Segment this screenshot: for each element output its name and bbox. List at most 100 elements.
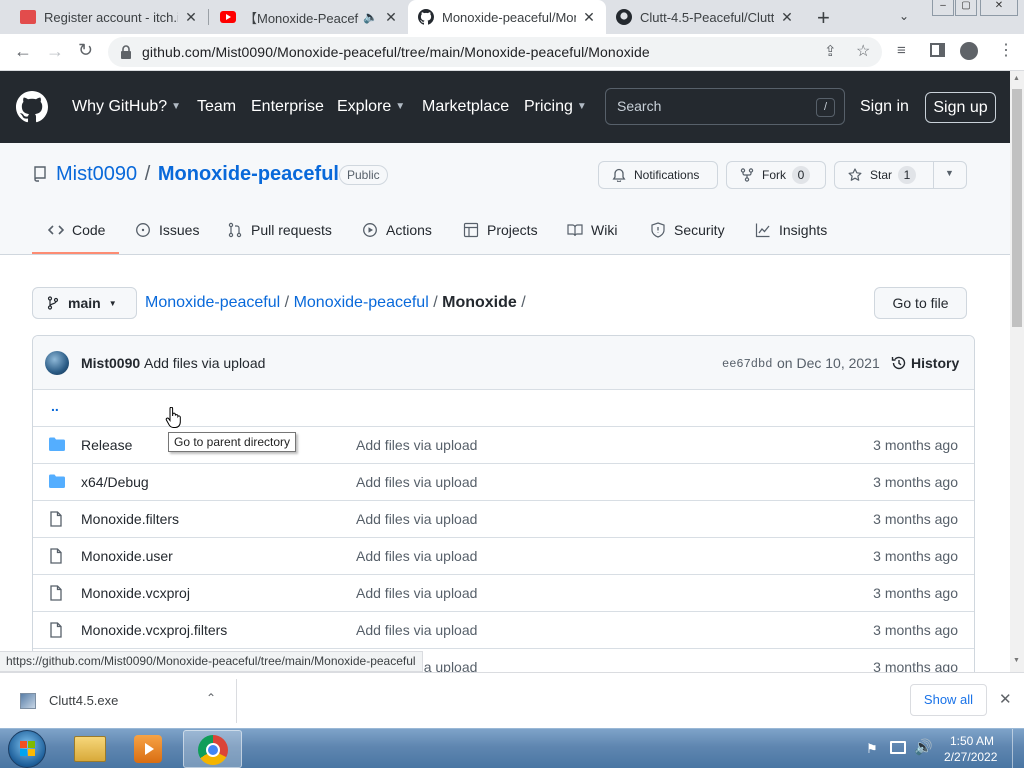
close-tab-icon[interactable]: ✕: [184, 9, 198, 26]
close-download-bar-icon[interactable]: ✕: [999, 690, 1012, 708]
star-button[interactable]: Star 1 ▼: [834, 161, 967, 189]
tab-pull-requests[interactable]: Pull requests: [227, 222, 332, 238]
sign-up-button[interactable]: Sign up: [925, 92, 996, 123]
speaker-icon[interactable]: 🔈: [363, 10, 378, 24]
tab-wiki[interactable]: Wiki: [567, 222, 617, 238]
tab-projects[interactable]: Projects: [463, 222, 538, 238]
tab-security[interactable]: Security: [650, 222, 725, 238]
github-logo-icon[interactable]: [16, 91, 48, 123]
tab-insights[interactable]: Insights: [755, 222, 827, 238]
table-row[interactable]: Monoxide.vcxproj.filters Add files via u…: [33, 611, 974, 648]
show-desktop-button[interactable]: [1012, 729, 1024, 769]
scroll-down-icon[interactable]: ▼: [1013, 657, 1020, 664]
close-tab-icon[interactable]: ✕: [384, 9, 398, 26]
nav-enterprise[interactable]: Enterprise: [251, 98, 324, 116]
search-shortcut-key: /: [816, 98, 835, 117]
file-commit-message[interactable]: Add files via upload: [356, 437, 477, 453]
tab-actions[interactable]: Actions: [362, 222, 432, 238]
file-name-link[interactable]: x64/Debug: [81, 474, 149, 490]
tab-search-icon[interactable]: ⌄: [899, 9, 909, 23]
chrome-icon-center: [206, 743, 220, 757]
file-name-link[interactable]: Release: [81, 437, 132, 453]
commit-message[interactable]: Add files via upload: [144, 355, 265, 371]
scrollbar-thumb[interactable]: [1012, 89, 1022, 327]
tab-code[interactable]: Code: [48, 222, 105, 238]
breadcrumb-repo-link[interactable]: Monoxide-peaceful: [145, 294, 280, 311]
visibility-badge: Public: [339, 165, 388, 185]
file-name-link[interactable]: Monoxide.vcxproj: [81, 585, 190, 601]
repo-owner-link[interactable]: Mist0090: [56, 163, 137, 185]
folder-icon: [49, 474, 65, 488]
chevron-up-icon[interactable]: ⌃: [206, 691, 216, 705]
taskbar-chrome-button[interactable]: [183, 730, 242, 768]
file-name-link[interactable]: Monoxide.user: [81, 548, 173, 564]
file-name-link[interactable]: Monoxide.vcxproj.filters: [81, 622, 227, 638]
star-list-dropdown-icon[interactable]: ▼: [945, 168, 954, 178]
sign-in-link[interactable]: Sign in: [860, 98, 909, 116]
nav-pricing[interactable]: Pricing ▼: [524, 98, 587, 116]
action-center-flag-icon[interactable]: ⚑: [866, 741, 878, 757]
file-commit-message[interactable]: Add files via upload: [356, 585, 477, 601]
commit-sha[interactable]: ee67dbd: [722, 357, 772, 371]
table-row[interactable]: Monoxide.vcxproj Add files via upload 3 …: [33, 574, 974, 611]
file-name-link[interactable]: Monoxide.filters: [81, 511, 179, 527]
close-tab-icon[interactable]: ✕: [780, 9, 794, 26]
browser-tab-monoxide[interactable]: Monoxide-peaceful/Mon ✕: [408, 0, 606, 34]
table-row[interactable]: x64/Debug Add files via upload 3 months …: [33, 463, 974, 500]
github-icon: [616, 9, 632, 25]
scroll-up-icon[interactable]: ▲: [1013, 75, 1020, 82]
commit-author[interactable]: Mist0090: [81, 355, 140, 371]
download-file-name[interactable]: Clutt4.5.exe: [49, 693, 118, 708]
side-panel-icon[interactable]: [930, 43, 945, 57]
profile-avatar-icon[interactable]: [960, 42, 978, 60]
network-icon[interactable]: [890, 741, 906, 754]
table-row[interactable]: Monoxide.filters Add files via upload 3 …: [33, 500, 974, 537]
notifications-button[interactable]: Notifications: [598, 161, 718, 189]
fork-button[interactable]: Fork 0: [726, 161, 826, 189]
nav-marketplace[interactable]: Marketplace: [422, 98, 509, 116]
close-tab-icon[interactable]: ✕: [582, 9, 596, 26]
media-player-icon[interactable]: [134, 735, 162, 763]
clock-time[interactable]: 1:50 AM: [950, 734, 994, 748]
close-window-icon[interactable]: ✕: [980, 0, 1018, 16]
file-commit-message[interactable]: Add files via upload: [356, 511, 477, 527]
reload-icon[interactable]: ↻: [78, 40, 93, 61]
history-link[interactable]: History: [911, 355, 959, 371]
nav-why-github[interactable]: Why GitHub? ▼: [72, 98, 181, 116]
nav-explore[interactable]: Explore ▼: [337, 98, 405, 116]
file-commit-message[interactable]: Add files via upload: [356, 548, 477, 564]
avatar[interactable]: [45, 351, 69, 375]
forward-icon[interactable]: →: [46, 41, 64, 62]
show-all-button[interactable]: Show all: [910, 684, 987, 716]
back-icon[interactable]: ←: [14, 41, 32, 62]
clock-date[interactable]: 2/27/2022: [944, 750, 997, 764]
browser-tab-youtube[interactable]: 【Monoxide-Peaceful 🔈 ✕: [210, 0, 408, 34]
search-box[interactable]: /: [605, 88, 845, 125]
tab-issues[interactable]: Issues: [135, 222, 199, 238]
menu-kebab-icon[interactable]: ⋮: [998, 40, 1014, 60]
start-button-icon[interactable]: [8, 730, 46, 768]
media-control-icon[interactable]: ≡: [897, 42, 906, 59]
browser-tab-itchio[interactable]: Register account - itch.io ✕: [10, 0, 208, 34]
bookmark-star-icon[interactable]: ☆: [856, 41, 870, 61]
scrollbar[interactable]: ▲ ▼: [1010, 71, 1024, 672]
parent-directory-link[interactable]: ..: [51, 398, 59, 414]
breadcrumb-folder-link[interactable]: Monoxide-peaceful: [294, 294, 429, 311]
file-icon: [49, 585, 63, 601]
restore-icon[interactable]: ▢: [955, 0, 977, 16]
table-row[interactable]: Monoxide.user Add files via upload 3 mon…: [33, 537, 974, 574]
browser-tab-clutt[interactable]: Clutt-4.5-Peaceful/Clutt4 ✕: [606, 0, 804, 34]
new-tab-icon[interactable]: +: [817, 5, 830, 31]
go-to-file-button[interactable]: Go to file: [874, 287, 967, 319]
file-commit-message[interactable]: Add files via upload: [356, 474, 477, 490]
address-bar[interactable]: github.com/Mist0090/Monoxide-peaceful/tr…: [108, 37, 882, 67]
minimize-icon[interactable]: –: [932, 0, 954, 16]
repo-name-link[interactable]: Monoxide-peaceful: [158, 163, 339, 185]
file-commit-message[interactable]: Add files via upload: [356, 622, 477, 638]
search-input[interactable]: [617, 98, 807, 114]
file-explorer-icon[interactable]: [74, 736, 106, 762]
nav-team[interactable]: Team: [197, 98, 236, 116]
branch-select-button[interactable]: main ▼: [32, 287, 137, 319]
volume-icon[interactable]: 🔊: [914, 738, 933, 756]
share-icon[interactable]: ⇪: [824, 42, 837, 60]
